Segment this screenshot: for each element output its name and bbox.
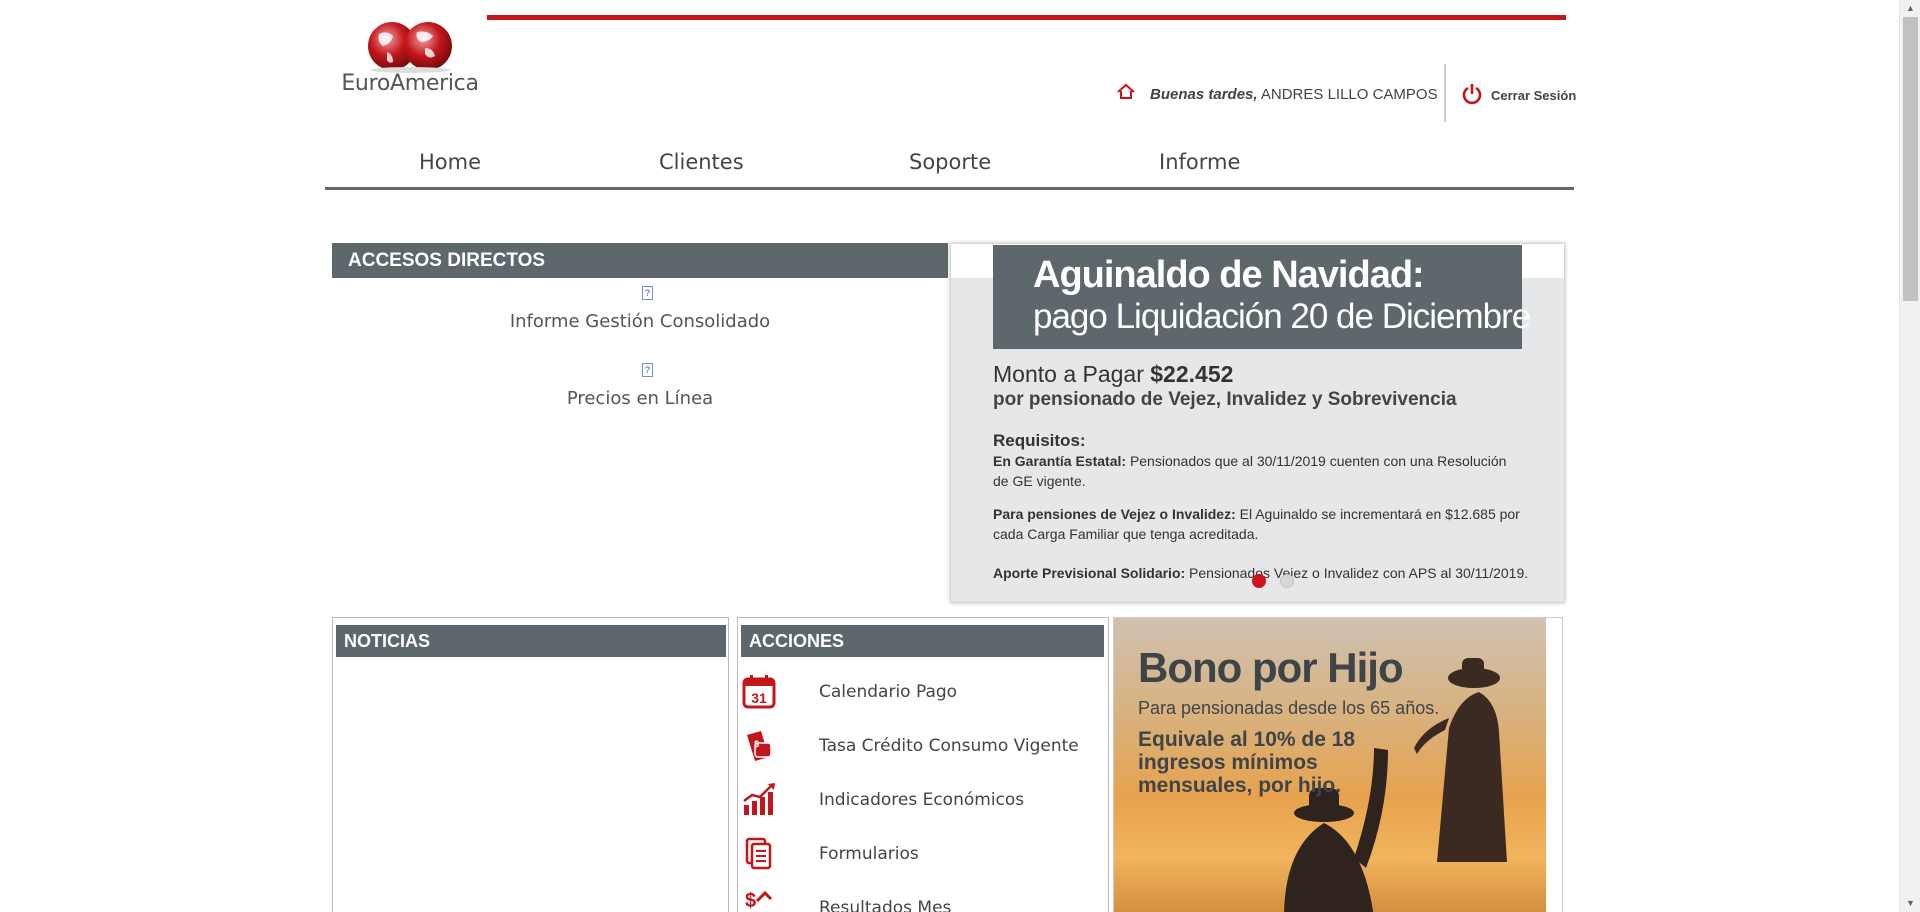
accion-label: Tasa Crédito Consumo Vigente (819, 736, 1079, 756)
money-icon: $ (745, 890, 773, 912)
acciones-header: ACCIONES (741, 625, 1104, 657)
broken-image-icon[interactable]: ? (642, 286, 653, 300)
amount-prefix: Monto a Pagar (993, 361, 1144, 387)
banner-subtitle: pago Liquidación 20 de Diciembre (1033, 297, 1531, 336)
accion-label: Calendario Pago (819, 682, 958, 702)
accion-calendario-pago[interactable]: 31 Calendario Pago (741, 673, 1101, 721)
accion-formularios[interactable]: Formularios (741, 835, 1101, 883)
header-divider (1444, 64, 1446, 122)
nav-item-soporte[interactable]: Soporte (909, 150, 991, 174)
amount-value: $22.452 (1150, 361, 1234, 387)
wallet-icon: $ (747, 731, 772, 761)
requisito-3-text: Pensionados Vejez o Invalidez con APS al… (1189, 565, 1529, 581)
broken-image-icon[interactable]: ? (642, 363, 653, 377)
bono-title: Bono por Hijo (1138, 644, 1404, 691)
banner-title-box: Aguinaldo de Navidad: pago Liquidación 2… (993, 245, 1531, 349)
requisito-2-label: Para pensiones de Vejez o Invalidez: (993, 506, 1236, 522)
scroll-up-arrow[interactable]: ▲ (1900, 0, 1920, 17)
amount-detail: por pensionado de Vejez, Invalidez y Sob… (993, 389, 1457, 410)
logout-link[interactable]: Cerrar Sesión (1491, 88, 1576, 103)
main-nav: Home Clientes Soporte Informe (325, 140, 1574, 190)
noticias-panel (332, 617, 729, 912)
accesos-directos-header: ACCESOS DIRECTOS (332, 243, 948, 278)
svg-text:31: 31 (751, 690, 767, 706)
bono-line-3: mensuales, por hijo. (1138, 774, 1342, 797)
user-name: ANDRES LILLO CAMPOS (1260, 86, 1438, 103)
document-icon (745, 837, 772, 870)
calendar-icon: 31 (742, 675, 776, 709)
greeting-prefix: Buenas tardes, (1150, 86, 1258, 103)
greeting-text: Buenas tardes, ANDRES LILLO CAMPOS (1150, 86, 1438, 103)
nav-item-informe[interactable]: Informe (1159, 150, 1240, 174)
globe-logo-icon (368, 22, 452, 73)
banner-amount: Monto a Pagar $22.452 (993, 361, 1233, 388)
carousel-dot-2[interactable] (1280, 574, 1294, 588)
nav-item-clientes[interactable]: Clientes (659, 150, 744, 174)
accion-indicadores[interactable]: Indicadores Económicos (741, 781, 1101, 829)
euroamerica-logo[interactable]: EuroAmerica (337, 18, 483, 100)
svg-text:$: $ (754, 739, 759, 749)
accion-label: Indicadores Económicos (819, 790, 1025, 810)
link-informe-gestion[interactable]: Informe Gestión Consolidado (332, 311, 948, 332)
requisito-1: En Garantía Estatal: Pensionados que al … (993, 453, 1506, 469)
vertical-scrollbar[interactable]: ▲ ▼ (1899, 0, 1920, 912)
accion-resultados-mes[interactable]: $ Resultados Mes (741, 889, 1101, 912)
bono-line-1: Equivale al 10% de 18 (1138, 728, 1356, 751)
bono-line-2: ingresos mínimos (1138, 751, 1318, 774)
requisito-1-text: Pensionados que al 30/11/2019 cuenten co… (1129, 453, 1507, 469)
requisito-2: Para pensiones de Vejez o Invalidez: El … (993, 506, 1520, 522)
accion-label: Resultados Mes (819, 898, 952, 912)
home-icon[interactable] (1116, 83, 1136, 101)
bono-subtitle: Para pensionadas desde los 65 años. (1138, 698, 1440, 718)
noticias-header: NOTICIAS (336, 625, 726, 657)
nav-item-home[interactable]: Home (419, 150, 481, 174)
requisito-1-cont: de GE vigente. (993, 473, 1086, 489)
requisito-2-cont: cada Carga Familiar que tenga acreditada… (993, 526, 1259, 542)
carousel-dot-1[interactable] (1252, 574, 1266, 588)
link-precios-en-linea[interactable]: Precios en Línea (332, 388, 948, 409)
brand-name: EuroAmerica (341, 71, 479, 96)
requisitos-title: Requisitos: (993, 431, 1086, 450)
header-accent-line (487, 15, 1566, 20)
bono-por-hijo-banner[interactable]: Bono por Hijo Para pensionadas desde los… (1113, 617, 1563, 912)
svg-text:$: $ (745, 890, 756, 912)
requisito-1-label: En Garantía Estatal: (993, 453, 1127, 469)
scroll-down-arrow[interactable]: ▼ (1900, 895, 1920, 912)
accion-tasa-credito[interactable]: $ Tasa Crédito Consumo Vigente (741, 727, 1101, 775)
power-icon[interactable] (1461, 82, 1483, 106)
banner-title: Aguinaldo de Navidad: (1033, 254, 1425, 296)
aguinaldo-banner[interactable]: Aguinaldo de Navidad: pago Liquidación 2… (950, 243, 1565, 603)
scroll-thumb[interactable] (1903, 17, 1918, 301)
accion-label: Formularios (819, 844, 919, 864)
requisito-3-label: Aporte Previsional Solidario: (993, 565, 1186, 581)
chart-icon (743, 783, 775, 815)
requisito-2-text: El Aguinaldo se incrementará en $12.685 … (1239, 506, 1520, 522)
